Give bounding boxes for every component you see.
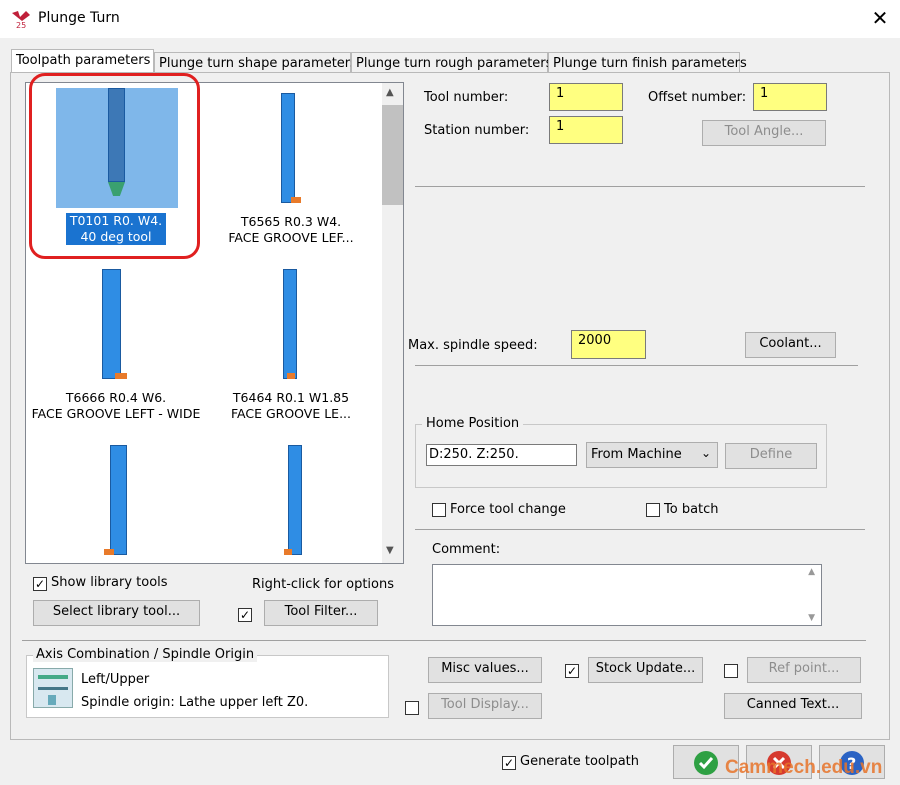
stock-update-button[interactable]: Stock Update...	[588, 657, 703, 683]
tool-tip-icon	[115, 373, 127, 379]
offset-number-field[interactable]: 1	[753, 83, 827, 111]
check-icon	[694, 751, 718, 775]
scroll-down-icon[interactable]: ▼	[386, 545, 394, 556]
tool-tip-icon	[104, 549, 114, 555]
tool-filter-button[interactable]: Tool Filter...	[264, 600, 378, 626]
tool-shank-icon	[288, 445, 302, 555]
watermark: Cammech.edu.vn	[725, 757, 883, 778]
select-library-tool-button[interactable]: Select library tool...	[33, 600, 200, 626]
tool-display-button[interactable]: Tool Display...	[428, 693, 542, 719]
tool-filter-checkbox[interactable]: ✓	[238, 608, 252, 622]
max-spindle-label: Max. spindle speed:	[408, 338, 538, 353]
divider	[415, 529, 865, 530]
stock-update-checkbox[interactable]: ✓	[565, 664, 579, 678]
tool-tip-icon	[287, 373, 295, 379]
scroll-down-icon: ▼	[808, 613, 815, 623]
tool-number-field[interactable]: 1	[549, 83, 623, 111]
title-bar	[0, 0, 900, 38]
home-position-label: Home Position	[422, 416, 524, 431]
comment-label: Comment:	[432, 542, 501, 557]
canned-text-button[interactable]: Canned Text...	[724, 693, 862, 719]
svg-text:25: 25	[16, 21, 26, 29]
app-logo-icon: 25	[10, 9, 32, 30]
axis-combo-value: Left/Upper	[81, 672, 150, 687]
home-position-field[interactable]: D:250. Z:250.	[426, 444, 577, 466]
tool-caption: T6666 R0.4 W6. FACE GROOVE LEFT - WIDE	[31, 390, 201, 421]
divider	[22, 640, 866, 641]
to-batch-label: To batch	[664, 502, 719, 517]
tool-caption: T6565 R0.3 W4. FACE GROOVE LEF...	[228, 214, 354, 245]
tab-plunge-shape[interactable]: Plunge turn shape parameters	[154, 52, 357, 74]
tool-display-checkbox[interactable]	[405, 701, 419, 715]
ref-point-checkbox[interactable]	[724, 664, 738, 678]
window-title: Plunge Turn	[38, 10, 120, 26]
force-tool-change-checkbox[interactable]	[432, 503, 446, 517]
scroll-up-icon[interactable]: ▲	[386, 87, 394, 98]
home-position-select[interactable]: From Machine ⌄	[586, 442, 718, 468]
tool-shank-icon	[283, 269, 297, 379]
divider	[415, 186, 865, 187]
tab-plunge-rough[interactable]: Plunge turn rough parameters	[351, 52, 552, 74]
tab-toolpath-parameters[interactable]: Toolpath parameters	[11, 49, 154, 74]
tool-tip-icon	[284, 549, 292, 555]
coolant-button[interactable]: Coolant...	[745, 332, 836, 358]
tool-tip-icon	[291, 197, 301, 203]
chevron-down-icon: ⌄	[700, 446, 711, 460]
divider	[415, 365, 858, 366]
station-number-field[interactable]: 1	[549, 116, 623, 144]
selection-highlight	[29, 73, 200, 259]
scroll-up-icon: ▲	[808, 567, 815, 577]
tool-number-label: Tool number:	[424, 90, 509, 105]
define-button[interactable]: Define	[725, 443, 817, 469]
tool-caption: T6464 R0.1 W1.85 FACE GROOVE LE...	[230, 390, 351, 421]
tool-shank-icon	[281, 93, 295, 203]
station-number-label: Station number:	[424, 123, 530, 138]
generate-toolpath-checkbox[interactable]: ✓	[502, 756, 516, 770]
lathe-icon	[33, 668, 73, 708]
generate-toolpath-label: Generate toolpath	[520, 754, 640, 769]
scroll-thumb[interactable]	[382, 105, 403, 205]
axis-combination-label: Axis Combination / Spindle Origin	[33, 647, 258, 662]
comment-textarea[interactable]: ▲ ▼	[432, 564, 822, 626]
spindle-origin-value: Spindle origin: Lathe upper left Z0.	[81, 695, 309, 710]
tool-shank-icon	[110, 445, 127, 555]
show-library-label: Show library tools	[51, 575, 168, 590]
offset-number-label: Offset number:	[648, 90, 747, 105]
ref-point-button[interactable]: Ref point...	[747, 657, 861, 683]
tab-plunge-finish[interactable]: Plunge turn finish parameters	[548, 52, 747, 74]
show-library-checkbox[interactable]: ✓	[33, 577, 47, 591]
close-icon[interactable]: ✕	[866, 4, 894, 32]
tool-shank-icon	[102, 269, 121, 379]
to-batch-checkbox[interactable]	[646, 503, 660, 517]
max-spindle-field[interactable]: 2000	[571, 330, 646, 359]
right-click-hint: Right-click for options	[252, 577, 394, 592]
misc-values-button[interactable]: Misc values...	[428, 657, 542, 683]
tool-angle-button[interactable]: Tool Angle...	[702, 120, 826, 146]
force-tool-change-label: Force tool change	[450, 502, 566, 517]
